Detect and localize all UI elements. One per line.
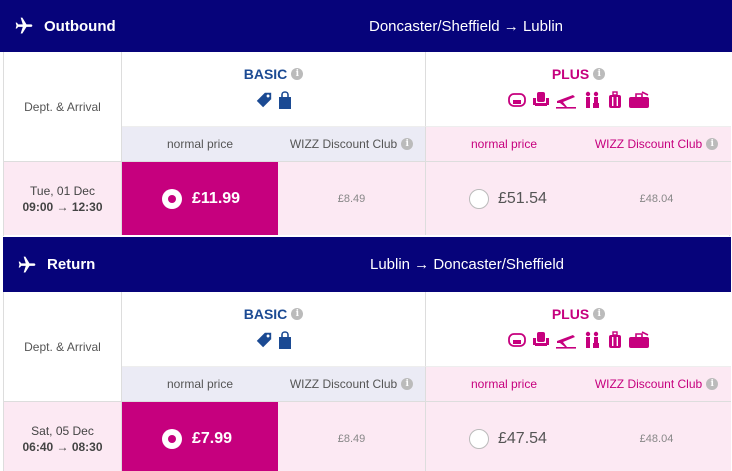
seat-selection-icon: [532, 331, 550, 349]
basic-club-price: £8.49: [278, 401, 426, 471]
outbound-section: Outbound Doncaster/Sheffield → Lublin De…: [0, 0, 732, 236]
outbound-title: Outbound: [44, 17, 116, 35]
plus-normal-price-option[interactable]: £47.54: [426, 401, 582, 471]
basic-normal-price-header: normal price: [122, 126, 278, 161]
return-banner: Return Lublin → Doncaster/Sheffield: [3, 237, 731, 292]
radio-selected[interactable]: [162, 188, 182, 209]
info-icon[interactable]: i: [593, 68, 606, 80]
dept-arrival-header: Dept. & Arrival: [4, 52, 122, 161]
discount-club-label: WIZZ Discount Club: [289, 377, 398, 391]
flight-times: 09:00 → 12:30: [22, 199, 103, 214]
info-icon[interactable]: i: [401, 378, 414, 390]
price-value: £47.54: [498, 429, 547, 447]
basic-discount-club-header: WIZZ Discount Club i: [278, 126, 426, 161]
outbound-banner: Outbound Doncaster/Sheffield → Lublin: [0, 0, 732, 52]
basic-normal-price-option[interactable]: £11.99: [122, 161, 278, 235]
seat-icon: [507, 331, 527, 349]
price-value: £7.99: [192, 429, 233, 447]
priority-boarding-icon: [555, 331, 577, 349]
plus-label: PLUS: [551, 66, 590, 82]
tag-icon: [255, 331, 273, 349]
plus-fare-header: PLUS i: [426, 292, 731, 366]
discount-club-label: WIZZ Discount Club: [594, 377, 703, 391]
tag-icon: [255, 91, 273, 109]
seat-icon: [507, 91, 527, 109]
outbound-header: Outbound: [14, 0, 116, 52]
return-header: Return: [17, 237, 95, 292]
checkin-icon: [582, 331, 602, 349]
radio-selected[interactable]: [162, 428, 182, 449]
dept-arrival-header: Dept. & Arrival: [4, 292, 122, 401]
plus-normal-price-option[interactable]: £51.54: [426, 161, 582, 235]
flight-date-time: Sat, 05 Dec 06:40 → 08:30: [4, 401, 122, 471]
plane-landing-icon: [17, 255, 37, 275]
outbound-route: Doncaster/Sheffield → Lublin: [368, 17, 563, 35]
basic-fare-header: BASIC i: [122, 52, 426, 126]
basic-club-price: £8.49: [278, 161, 426, 235]
info-icon[interactable]: i: [291, 68, 304, 80]
radio-unselected[interactable]: [469, 188, 489, 209]
radio-unselected[interactable]: [469, 428, 489, 449]
plane-takeoff-icon: [14, 16, 34, 36]
info-icon[interactable]: i: [291, 308, 304, 320]
checked-bag-icon: [628, 331, 650, 349]
discount-club-label: WIZZ Discount Club: [594, 137, 703, 151]
flight-times: 06:40 → 08:30: [22, 439, 103, 454]
plus-normal-price-header: normal price: [426, 366, 582, 401]
small-bag-icon: [278, 91, 292, 109]
flight-date: Tue, 01 Dec: [30, 183, 95, 198]
return-fare-table: Dept. & Arrival BASIC i PLUS i normal pr…: [3, 292, 731, 471]
flight-date-time: Tue, 01 Dec 09:00 → 12:30: [4, 161, 122, 235]
price-value: £51.54: [498, 189, 547, 207]
basic-label: BASIC: [243, 66, 288, 82]
cabin-bag-icon: [607, 331, 623, 349]
info-icon[interactable]: i: [401, 138, 414, 150]
plus-discount-club-header: WIZZ Discount Club i: [582, 126, 731, 161]
return-title: Return: [47, 256, 96, 273]
plus-discount-club-header: WIZZ Discount Club i: [582, 366, 731, 401]
return-section: Return Lublin → Doncaster/Sheffield Dept…: [0, 237, 732, 471]
plus-fare-header: PLUS i: [426, 52, 731, 126]
checkin-icon: [582, 91, 602, 109]
flight-date: Sat, 05 Dec: [31, 423, 94, 438]
cabin-bag-icon: [607, 91, 623, 109]
small-bag-icon: [278, 331, 292, 349]
checked-bag-icon: [628, 91, 650, 109]
outbound-fare-table: Dept. & Arrival BASIC i PLUS i normal pr…: [3, 52, 731, 236]
basic-label: BASIC: [243, 306, 288, 322]
plus-normal-price-header: normal price: [426, 126, 582, 161]
basic-normal-price-option[interactable]: £7.99: [122, 401, 278, 471]
basic-discount-club-header: WIZZ Discount Club i: [278, 366, 426, 401]
basic-normal-price-header: normal price: [122, 366, 278, 401]
price-value: £11.99: [192, 189, 241, 207]
info-icon[interactable]: i: [706, 138, 719, 150]
discount-club-label: WIZZ Discount Club: [289, 137, 398, 151]
seat-selection-icon: [532, 91, 550, 109]
info-icon[interactable]: i: [593, 308, 606, 320]
priority-boarding-icon: [555, 91, 577, 109]
return-route: Lublin → Doncaster/Sheffield: [369, 256, 564, 273]
plus-club-price: £48.04: [582, 161, 731, 235]
basic-fare-header: BASIC i: [122, 292, 426, 366]
info-icon[interactable]: i: [706, 378, 719, 390]
plus-club-price: £48.04: [582, 401, 731, 471]
plus-label: PLUS: [551, 306, 590, 322]
